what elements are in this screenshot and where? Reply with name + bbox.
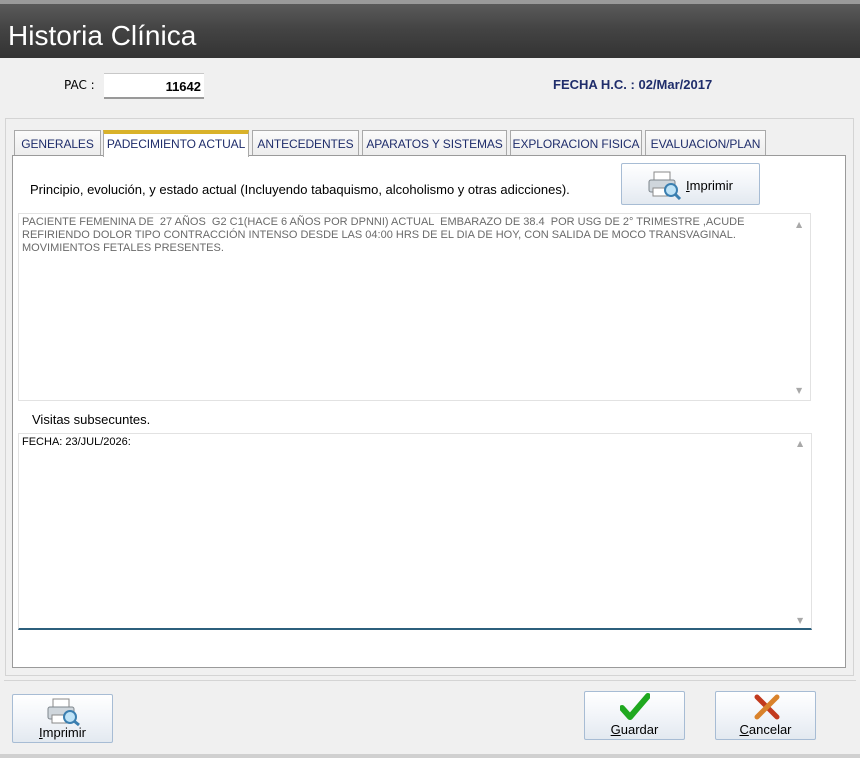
tab-aparatos-sistemas[interactable]: APARATOS Y SISTEMAS: [362, 130, 507, 156]
tab-padecimiento-actual[interactable]: PADECIMIENTO ACTUAL: [103, 130, 249, 157]
fecha-hc-label: FECHA H.C. : 02/Mar/2017: [553, 77, 713, 92]
padecimiento-section-label: Principio, evolución, y estado actual (I…: [30, 182, 570, 197]
save-label: Guardar: [610, 722, 659, 737]
padecimiento-print-button[interactable]: Imprimir: [621, 163, 760, 205]
window-bottom-edge: [0, 754, 860, 758]
cancel-x-icon: [754, 694, 780, 720]
scroll-up-arrow-icon[interactable]: ▲: [796, 220, 802, 229]
footer-print-button[interactable]: Imprimir: [12, 694, 113, 743]
printer-icon: [47, 698, 80, 726]
scroll-down-arrow-icon[interactable]: ▼: [796, 386, 802, 395]
tab-antecedentes[interactable]: ANTECEDENTES: [252, 130, 359, 156]
visitas-textarea[interactable]: FECHA: 23/JUL/2026:: [18, 433, 812, 630]
padecimiento-print-label: Imprimir: [686, 178, 733, 193]
padecimiento-textarea[interactable]: PACIENTE FEMENINA DE 27 AÑOS G2 C1(HACE …: [18, 213, 811, 401]
cancel-label: Cancelar: [739, 722, 792, 737]
window-title: Historia Clínica: [8, 20, 197, 51]
pac-field[interactable]: 11642: [104, 73, 204, 99]
footer-print-label: Imprimir: [39, 725, 86, 740]
checkmark-icon: [620, 693, 650, 720]
tab-generales[interactable]: GENERALES: [14, 130, 101, 156]
tab-evaluacion-plan[interactable]: EVALUACION/PLAN: [645, 130, 766, 156]
pac-label: PAC :: [64, 78, 95, 92]
save-button[interactable]: Guardar: [584, 691, 685, 740]
visitas-section-label: Visitas subsecuntes.: [32, 412, 151, 427]
scroll-up-arrow-icon[interactable]: ▲: [797, 439, 803, 448]
tab-exploracion-fisica[interactable]: EXPLORACION FISICA: [510, 130, 642, 156]
cancel-button[interactable]: Cancelar: [715, 691, 816, 740]
scroll-down-arrow-icon[interactable]: ▼: [797, 616, 803, 625]
title-bar: Historia Clínica: [0, 0, 860, 58]
footer-divider: [4, 680, 856, 681]
